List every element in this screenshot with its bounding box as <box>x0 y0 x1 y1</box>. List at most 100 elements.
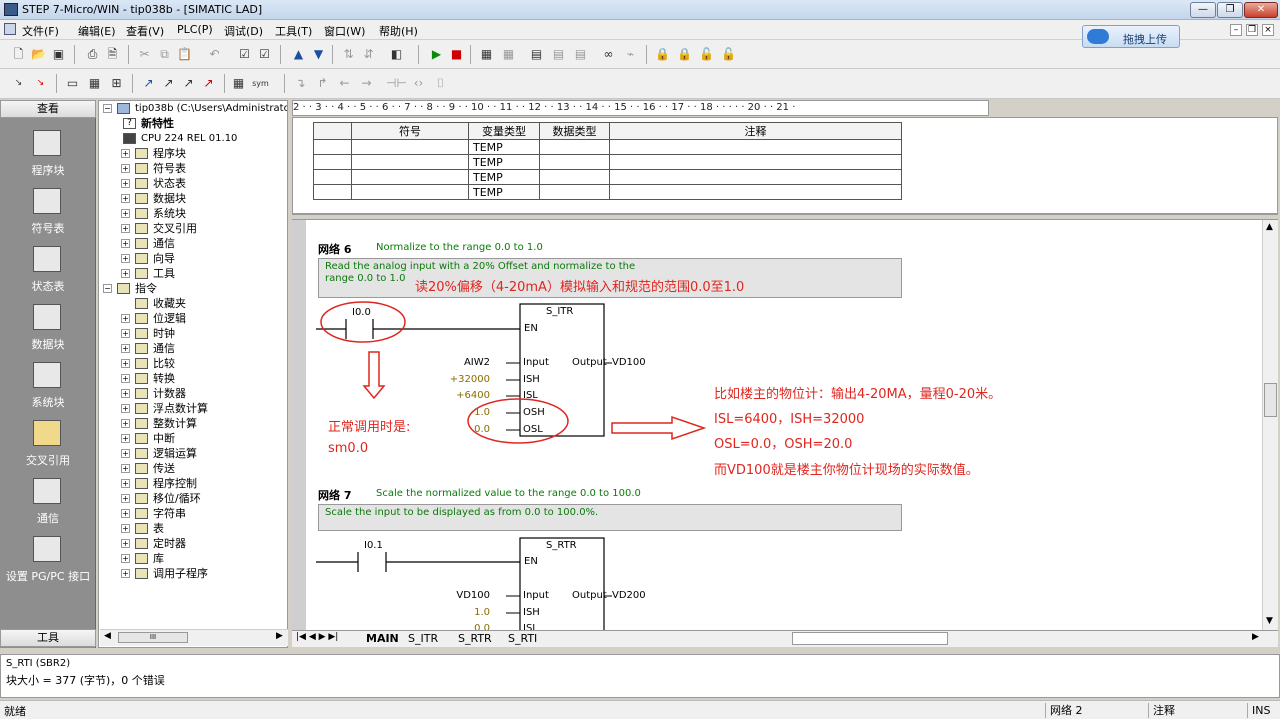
write-all-icon[interactable]: ▤ <box>572 46 589 63</box>
insert-network-icon[interactable]: ↘ <box>10 75 27 92</box>
nav-communications[interactable]: 通信 <box>0 476 96 534</box>
nav-tools-button[interactable]: 工具 <box>0 629 96 647</box>
close-button[interactable]: ✕ <box>1244 2 1278 18</box>
expand-icon[interactable]: + <box>121 374 130 383</box>
expand-icon[interactable]: + <box>121 224 130 233</box>
expand-icon[interactable]: + <box>121 254 130 263</box>
expand-icon[interactable]: + <box>121 359 130 368</box>
expand-icon[interactable]: + <box>121 524 130 533</box>
expand-icon[interactable]: + <box>121 344 130 353</box>
scroll-right-icon[interactable]: ▶ <box>276 631 283 641</box>
stop-icon[interactable]: ■ <box>448 46 465 63</box>
print-preview-icon[interactable]: 🗎 <box>104 46 121 63</box>
upload-icon[interactable]: ▲ <box>290 46 307 63</box>
coil-icon[interactable]: ‹› <box>410 75 427 92</box>
sym-icon[interactable]: sym <box>252 75 269 92</box>
line-down-icon[interactable]: ↗ <box>140 75 157 92</box>
tab-first-icon[interactable]: |◀ ◀ ▶ ▶| <box>296 632 338 642</box>
expand-icon[interactable]: + <box>121 209 130 218</box>
tab-s-rti[interactable]: S_RTI <box>508 632 537 645</box>
download-icon[interactable]: ▼ <box>310 46 327 63</box>
menu-file[interactable]: 文件(F) <box>22 23 59 39</box>
compile-all-icon[interactable]: ☑ <box>256 46 273 63</box>
cut-icon[interactable]: ✂ <box>136 46 153 63</box>
expand-icon[interactable]: + <box>121 539 130 548</box>
pin-value[interactable]: +32000 <box>450 374 490 385</box>
line-up-arrow-icon[interactable]: ↱ <box>314 75 331 92</box>
expand-icon[interactable]: + <box>121 149 130 158</box>
expand-icon[interactable]: + <box>121 389 130 398</box>
block-s-itr[interactable]: S_ITR <box>546 306 573 317</box>
run-icon[interactable]: ▶ <box>428 46 445 63</box>
menu-view[interactable]: 查看(V) <box>126 23 164 39</box>
line-down-arrow-icon[interactable]: ↴ <box>292 75 309 92</box>
value-vd200[interactable]: VD200 <box>612 590 646 601</box>
new-file-icon[interactable]: 🗋 <box>10 46 27 63</box>
line-left-arrow-icon[interactable]: ← <box>336 75 353 92</box>
scroll-down-icon[interactable]: ▼ <box>1266 616 1273 626</box>
expand-icon[interactable]: + <box>121 164 130 173</box>
editor-vertical-scrollbar[interactable]: ▲ ▼ <box>1262 220 1278 630</box>
contact-icon[interactable]: ⊣⊢ <box>386 75 407 92</box>
sort-ascending-icon[interactable]: ⇅ <box>340 46 357 63</box>
contact-i0-0[interactable]: I0.0 <box>352 307 371 318</box>
pin-value[interactable]: VD100 <box>456 590 490 601</box>
menu-debug[interactable]: 调试(D) <box>224 23 263 39</box>
tabs-scroll-thumb[interactable] <box>792 632 948 645</box>
mdi-restore-button[interactable]: ❐ <box>1246 24 1258 36</box>
line-right-icon[interactable]: ↗ <box>200 75 217 92</box>
single-read-icon[interactable]: ▤ <box>550 46 567 63</box>
mdi-close-button[interactable]: × <box>1262 24 1274 36</box>
undo-icon[interactable]: ↶ <box>206 46 223 63</box>
symbol-table-icon[interactable]: ⊞ <box>108 75 125 92</box>
pin-value[interactable]: +6400 <box>456 390 490 401</box>
expand-icon[interactable]: + <box>121 404 130 413</box>
nav-symbol-table[interactable]: 符号表 <box>0 186 96 244</box>
minimize-button[interactable]: — <box>1190 2 1216 18</box>
expand-icon[interactable]: + <box>121 194 130 203</box>
copy-icon[interactable]: ⧉ <box>156 46 173 63</box>
unforce-icon[interactable]: ⌁ <box>622 46 639 63</box>
table-row[interactable]: TEMP <box>313 169 902 185</box>
lock-icon[interactable]: 🔒 <box>654 46 671 63</box>
nav-cross-reference[interactable]: 交叉引用 <box>0 418 96 476</box>
tab-s-rtr[interactable]: S_RTR <box>458 632 492 645</box>
chart-status-icon[interactable]: ▤ <box>528 46 545 63</box>
expand-icon[interactable]: + <box>121 314 130 323</box>
nav-set-pgpc-interface[interactable]: 设置 PG/PC 接口 <box>0 534 96 592</box>
expand-icon[interactable]: + <box>121 434 130 443</box>
table-row[interactable]: TEMP <box>313 139 902 155</box>
block-s-rtr[interactable]: S_RTR <box>546 540 577 551</box>
expand-icon[interactable]: + <box>121 494 130 503</box>
scroll-left-icon[interactable]: ◀ <box>104 631 111 641</box>
drag-upload-button[interactable]: 拖拽上传 <box>1082 25 1180 48</box>
collapse-icon[interactable]: − <box>103 104 112 113</box>
lad-editor[interactable]: 网络 6 Normalize to the range 0.0 to 1.0 R… <box>292 220 1262 630</box>
program-status-icon[interactable]: ▦ <box>478 46 495 63</box>
editor-scroll-thumb[interactable] <box>1264 383 1277 417</box>
tab-s-itr[interactable]: S_ITR <box>408 632 438 645</box>
menu-help[interactable]: 帮助(H) <box>379 23 418 39</box>
pin-value[interactable]: 0.0 <box>474 623 490 630</box>
expand-icon[interactable]: + <box>121 509 130 518</box>
pin-value[interactable]: 1.0 <box>474 407 490 418</box>
unforce-all-icon[interactable]: 🔓 <box>720 46 737 63</box>
save-icon[interactable]: ▣ <box>50 46 67 63</box>
menu-window[interactable]: 窗口(W) <box>324 23 365 39</box>
tree-root[interactable]: − tip038b (C:\Users\Administrator\D <box>101 101 287 116</box>
table-row[interactable]: TEMP <box>313 184 902 200</box>
expand-icon[interactable]: + <box>121 329 130 338</box>
line-right-arrow-icon[interactable]: → <box>358 75 375 92</box>
options-icon[interactable]: ◧ <box>388 46 405 63</box>
toggle-poe-icon[interactable]: ▭ <box>64 75 81 92</box>
network-7-comment-box[interactable]: Scale the input to be displayed as from … <box>318 504 902 531</box>
sort-descending-icon[interactable]: ⇵ <box>360 46 377 63</box>
force-icon[interactable]: ∞ <box>600 46 617 63</box>
menu-edit[interactable]: 编辑(E) <box>78 23 116 39</box>
expand-icon[interactable]: + <box>121 239 130 248</box>
expand-icon[interactable]: + <box>121 449 130 458</box>
menu-tools[interactable]: 工具(T) <box>275 23 312 39</box>
tree-scroll-thumb[interactable]: III <box>118 632 188 643</box>
print-icon[interactable]: ⎙ <box>84 46 101 63</box>
pin-value[interactable]: 0.0 <box>474 424 490 435</box>
